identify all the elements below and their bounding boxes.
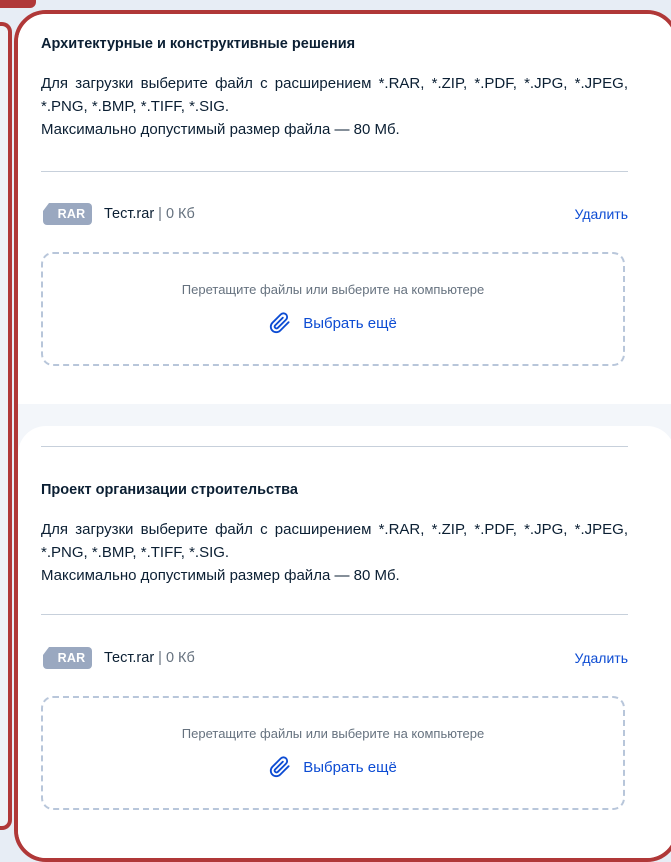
left-frame-fragment [0,22,12,830]
file-dropzone[interactable]: Перетащите файлы или выберите на компьют… [41,696,625,810]
upload-section-construction-organization: Проект организации строительства Для заг… [18,426,671,858]
section-title: Проект организации строительства [41,482,298,498]
file-extension-label: RAR [57,207,86,221]
divider [41,614,628,615]
file-dropzone[interactable]: Перетащите файлы или выберите на компьют… [41,252,625,366]
file-name: Тест.rar [104,206,155,222]
red-frame-fragment [0,0,36,8]
section-title: Архитектурные и конструктивные решения [41,36,356,52]
choose-more-button[interactable]: Выбрать ещё [43,756,623,778]
choose-more-label: Выбрать ещё [303,314,397,332]
choose-more-label: Выбрать ещё [303,758,397,776]
section-header: Архитектурные и конструктивные решения [41,36,628,52]
section-hint: Для загрузки выберите файл с расширением… [41,72,628,141]
paperclip-icon [269,756,291,778]
allowed-extensions-text: Для загрузки выберите файл с расширением… [41,521,628,561]
upload-form-frame: Архитектурные и конструктивные решения Д… [14,10,671,862]
max-size-text: Максимально допустимый размер файла — 80… [41,567,400,584]
file-size: | 0 Кб [158,650,195,666]
upload-section-architecture: Архитектурные и конструктивные решения Д… [18,14,671,422]
file-extension-badge: RAR [43,203,92,225]
delete-file-link[interactable]: Удалить [575,206,628,222]
file-extension-label: RAR [57,651,86,665]
paperclip-icon [269,312,291,334]
choose-more-button[interactable]: Выбрать ещё [43,312,623,334]
dropzone-hint: Перетащите файлы или выберите на компьют… [181,282,485,297]
uploaded-file-row: RAR Тест.rar | 0 Кб Удалить [41,645,628,671]
dropzone-hint: Перетащите файлы или выберите на компьют… [181,726,485,741]
file-size: | 0 Кб [158,206,195,222]
delete-file-link[interactable]: Удалить [575,650,628,666]
file-extension-badge: RAR [43,647,92,669]
section-header: Проект организации строительства [41,482,628,498]
max-size-text: Максимально допустимый размер файла — 80… [41,121,400,138]
allowed-extensions-text: Для загрузки выберите файл с расширением… [41,75,628,115]
section-hint: Для загрузки выберите файл с расширением… [41,518,628,587]
divider [41,446,628,447]
uploaded-file-row: RAR Тест.rar | 0 Кб Удалить [41,201,628,227]
divider [41,171,628,172]
file-name: Тест.rar [104,650,155,666]
